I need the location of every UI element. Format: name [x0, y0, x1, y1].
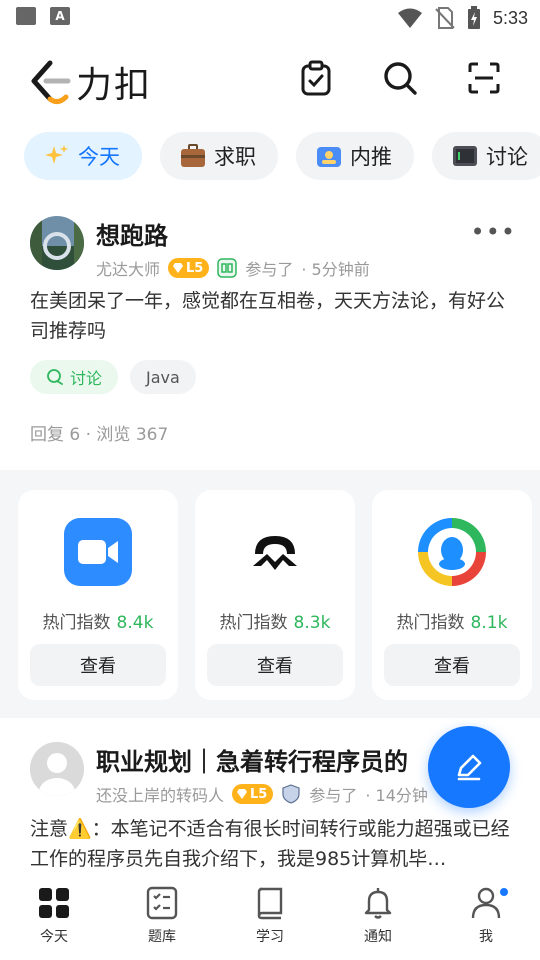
post-time: · 5分钟前 [301, 260, 370, 279]
post-meta: 尤达大师 L5 参与了 · 5分钟前 [96, 256, 370, 280]
wifi-icon [397, 8, 422, 28]
chat-icon [47, 369, 63, 385]
nav-learn[interactable]: 学习 [216, 876, 324, 960]
scan-icon[interactable] [466, 60, 502, 96]
nav-notifications[interactable]: 通知 [324, 876, 432, 960]
checkin-clipboard-icon[interactable] [298, 60, 334, 96]
author-name[interactable]: 想跑路 [96, 216, 168, 251]
gallery-notification-icon [16, 7, 36, 25]
book-badge-icon [217, 258, 238, 278]
tag-list: 讨论 Java [30, 360, 196, 394]
company-card[interactable]: 热门指数 8.4k 查看 [18, 490, 178, 700]
sparkle-icon [45, 145, 68, 164]
view-button[interactable]: 查看 [30, 644, 166, 686]
tag-discuss[interactable]: 讨论 [30, 360, 119, 394]
tencent-icon [418, 518, 486, 586]
battery-icon [467, 6, 480, 29]
pencil-icon [457, 754, 482, 781]
tag-java[interactable]: Java [130, 360, 196, 394]
post-content[interactable]: 在美团呆了一年，感觉都在互相卷，天天方法论，有好公司推荐吗 [30, 286, 516, 346]
avatar[interactable] [30, 216, 84, 270]
compose-button[interactable] [428, 726, 510, 808]
post-time: · 14分钟 [365, 786, 428, 805]
avatar[interactable] [30, 742, 84, 796]
tab-jobs[interactable]: 求职 [160, 132, 278, 180]
hot-index: 热门指数 8.1k [396, 613, 508, 633]
briefcase-icon [181, 144, 205, 167]
bottom-navigation: 今天 题库 学习 通知 我 [0, 876, 540, 960]
post-stats: 回复 6 · 浏览 367 [30, 425, 169, 445]
diamond-icon [237, 789, 248, 799]
tab-referral[interactable]: 内推 [296, 132, 414, 180]
nav-today[interactable]: 今天 [0, 876, 108, 960]
nav-problems[interactable]: 题库 [108, 876, 216, 960]
notification-dot [500, 888, 508, 896]
company-card[interactable]: 热门指数 8.1k 查看 [372, 490, 532, 700]
nio-icon [253, 536, 297, 570]
leetcode-logo-icon [31, 60, 71, 105]
category-tabs: 今天 求职 内推 讨论 [24, 132, 540, 180]
company-card[interactable]: 热门指数 8.3k 查看 [195, 490, 355, 700]
no-sim-icon [435, 7, 455, 29]
joined-text: 参与了 [245, 260, 294, 279]
terminal-icon [453, 146, 477, 166]
problem-list-icon [146, 886, 178, 920]
profile-icon [471, 887, 501, 919]
tab-today[interactable]: 今天 [24, 132, 142, 180]
joined-text: 参与了 [309, 786, 358, 805]
hot-index: 热门指数 8.3k [219, 613, 331, 633]
app-header: 力扣 [0, 50, 540, 110]
hot-companies: 热门指数 8.4k 查看 热门指数 8.3k 查看 热门指数 8.1k 查看 [0, 470, 540, 718]
book-icon [257, 887, 283, 920]
search-icon[interactable] [382, 60, 418, 96]
app-notification-icon: A [50, 7, 70, 25]
today-icon [39, 888, 69, 918]
author-title: 尤达大师 [96, 260, 161, 279]
bell-icon [364, 888, 392, 919]
hot-index: 热门指数 8.4k [42, 613, 154, 633]
status-bar: A 5:33 [0, 0, 540, 36]
default-avatar-icon [30, 742, 84, 796]
level-badge: L5 [168, 258, 210, 278]
zoom-icon [64, 518, 132, 586]
post-meta: 还没上岸的转码人 L5 参与了 · 14分钟 [96, 782, 428, 806]
clock: 5:33 [492, 7, 528, 28]
leetcode-logo[interactable]: 力扣 [28, 56, 152, 108]
diamond-icon [173, 263, 184, 273]
post-content[interactable]: 注意⚠️：本笔记不适合有很长时间转行或能力超强或已经工作的程序员先自我介绍下，我… [30, 814, 520, 874]
view-button[interactable]: 查看 [384, 644, 520, 686]
logo-text: 力扣 [76, 65, 153, 106]
shield-badge-icon [282, 784, 300, 804]
id-badge-icon [317, 147, 341, 167]
author-title: 还没上岸的转码人 [96, 786, 225, 805]
more-options-icon[interactable]: ••• [471, 218, 516, 246]
view-button[interactable]: 查看 [207, 644, 343, 686]
avatar-image [30, 216, 84, 270]
level-badge: L5 [232, 784, 274, 804]
tab-discuss[interactable]: 讨论 [432, 132, 540, 180]
nav-profile[interactable]: 我 [432, 876, 540, 960]
